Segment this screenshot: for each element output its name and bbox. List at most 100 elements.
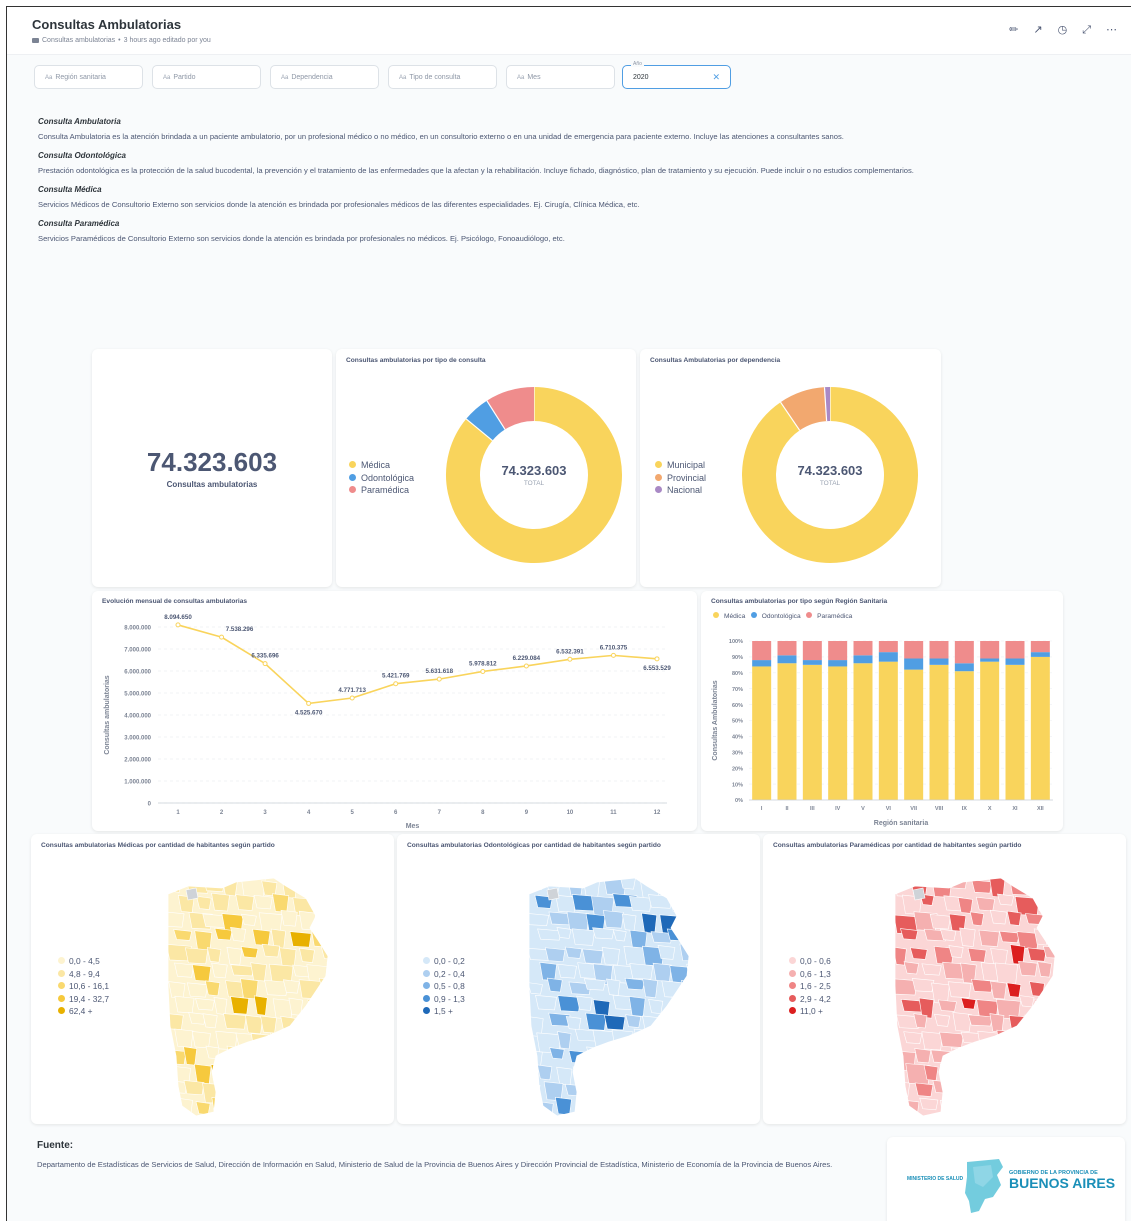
bar-segment[interactable] [853, 641, 873, 656]
district[interactable] [660, 878, 682, 895]
bar-segment[interactable] [904, 669, 924, 800]
district[interactable] [921, 1031, 943, 1051]
district[interactable] [582, 948, 604, 965]
district[interactable] [677, 911, 696, 932]
bar-segment[interactable] [802, 660, 822, 665]
choropleth-map[interactable] [156, 856, 356, 1118]
bar-segment[interactable] [828, 660, 848, 667]
district[interactable] [989, 909, 1008, 925]
district[interactable] [1057, 966, 1077, 981]
district[interactable] [667, 1062, 688, 1075]
district[interactable] [174, 1028, 194, 1048]
donut-dependencia-card[interactable]: Consultas Ambulatorias por dependencia M… [640, 349, 941, 587]
district[interactable] [681, 980, 698, 997]
district[interactable] [280, 909, 298, 927]
district[interactable] [996, 1029, 1022, 1048]
district[interactable] [330, 930, 355, 947]
district[interactable] [900, 1099, 920, 1118]
district[interactable] [1048, 982, 1065, 1001]
district[interactable] [919, 1097, 939, 1111]
bar-segment[interactable] [878, 661, 898, 800]
district[interactable] [280, 1015, 296, 1033]
district[interactable] [186, 982, 208, 998]
district[interactable] [291, 1067, 307, 1084]
district[interactable] [688, 928, 704, 942]
district[interactable] [325, 1063, 341, 1078]
district[interactable] [326, 962, 342, 984]
arrow-icon[interactable]: ↗ [1033, 23, 1042, 37]
district[interactable] [658, 1015, 682, 1036]
district[interactable] [164, 1012, 184, 1030]
data-point[interactable] [436, 676, 442, 682]
district[interactable] [191, 964, 212, 982]
district[interactable] [640, 1083, 654, 1106]
district[interactable] [911, 978, 935, 993]
district[interactable] [253, 1065, 271, 1086]
bar-segment[interactable] [1030, 656, 1050, 800]
district[interactable] [610, 1063, 629, 1079]
district[interactable] [1028, 878, 1052, 898]
filter-region-sanitaria[interactable]: Aa Región sanitaria [34, 65, 143, 89]
district[interactable] [566, 911, 590, 932]
district[interactable] [686, 963, 711, 983]
district[interactable] [526, 1082, 541, 1098]
district[interactable] [1043, 913, 1059, 931]
close-icon[interactable]: ✕ [712, 72, 720, 83]
district[interactable] [680, 879, 703, 900]
district[interactable] [649, 1064, 666, 1080]
data-point[interactable] [219, 634, 225, 640]
district[interactable] [596, 1099, 611, 1118]
district[interactable] [592, 927, 615, 940]
kpi-card[interactable]: 74.323.603 Consultas ambulatorias [92, 349, 332, 587]
district[interactable] [988, 1050, 1013, 1070]
district[interactable] [226, 1045, 241, 1060]
district[interactable] [939, 1063, 958, 1083]
district[interactable] [687, 1067, 708, 1088]
district[interactable] [614, 1097, 629, 1116]
district[interactable] [603, 1014, 626, 1031]
filter-anio[interactable]: Año 2020 ✕ [622, 61, 731, 89]
district[interactable] [535, 994, 557, 1011]
district[interactable] [586, 1080, 604, 1098]
district[interactable] [1042, 877, 1062, 896]
data-point[interactable] [523, 663, 529, 669]
district[interactable] [326, 896, 349, 911]
district[interactable] [1042, 945, 1065, 959]
collection-link[interactable]: Consultas ambulatorias [42, 37, 115, 44]
district[interactable] [602, 910, 624, 929]
district[interactable] [249, 1097, 274, 1116]
bar-segment[interactable] [929, 658, 949, 665]
bar-segment[interactable] [802, 664, 822, 800]
stacked-bar-chart[interactable]: 0%10%20%30%40%50%60%70%80%90%100%I II III I… [701, 591, 1063, 831]
district[interactable] [571, 928, 595, 946]
district[interactable] [183, 1080, 205, 1096]
district[interactable] [990, 948, 1008, 966]
bar-segment[interactable] [904, 658, 924, 670]
filter-dependencia[interactable]: Aa Dependencia [270, 65, 379, 89]
choropleth-map[interactable] [517, 856, 717, 1118]
district[interactable] [252, 928, 271, 946]
filter-tipo-consulta[interactable]: Aa Tipo de consulta [388, 65, 497, 89]
district[interactable] [625, 1081, 641, 1095]
data-point[interactable] [393, 681, 399, 687]
district[interactable] [960, 1065, 983, 1088]
data-point[interactable] [654, 656, 660, 662]
district[interactable] [1054, 997, 1078, 1012]
district[interactable] [692, 898, 709, 914]
district[interactable] [289, 931, 312, 948]
data-point[interactable] [480, 668, 486, 674]
district[interactable] [688, 1101, 714, 1115]
district[interactable] [690, 999, 709, 1012]
district[interactable] [260, 1015, 277, 1034]
district[interactable] [331, 1032, 347, 1045]
donut-slice[interactable] [466, 400, 506, 442]
clock-icon[interactable]: ◷ [1058, 23, 1068, 37]
bar-segment[interactable] [1005, 664, 1025, 800]
district[interactable] [1019, 1067, 1036, 1081]
district[interactable] [1053, 1066, 1079, 1084]
bar-segment[interactable] [752, 641, 772, 661]
line-chart-card[interactable]: Evolución mensual de consultas ambulator… [92, 591, 697, 831]
bar-segment[interactable] [853, 663, 873, 800]
district[interactable] [1008, 1015, 1034, 1035]
district[interactable] [243, 1046, 261, 1063]
